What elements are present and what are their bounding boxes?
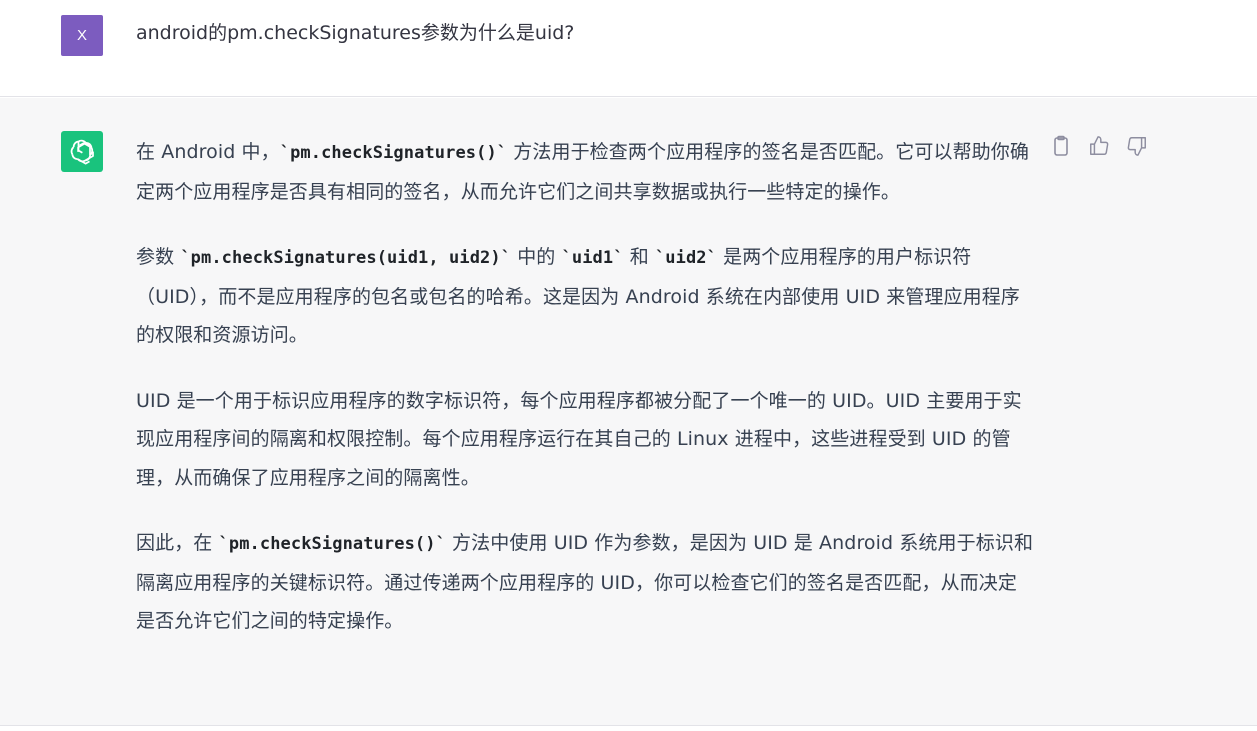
- paragraph-text: 中的: [511, 246, 562, 268]
- paragraph-text: 在 Android 中，: [136, 141, 280, 163]
- inline-code: `uid1`: [561, 248, 624, 268]
- assistant-message-row: 在 Android 中，`pm.checkSignatures()` 方法用于检…: [0, 98, 1257, 726]
- answer-paragraph-4: 因此，在 `pm.checkSignatures()` 方法中使用 UID 作为…: [136, 524, 1036, 641]
- assistant-avatar: [61, 131, 103, 172]
- copy-button[interactable]: [1050, 135, 1072, 157]
- paragraph-text: 和: [623, 246, 655, 268]
- user-avatar: X: [61, 15, 103, 56]
- inline-code: `pm.checkSignatures()`: [218, 534, 446, 554]
- assistant-answer: 在 Android 中，`pm.checkSignatures()` 方法用于检…: [136, 133, 1036, 668]
- paragraph-text: 因此，在: [136, 532, 219, 554]
- answer-paragraph-3: UID 是一个用于标识应用程序的数字标识符，每个应用程序都被分配了一个唯一的 U…: [136, 389, 1022, 489]
- message-actions: [1050, 135, 1148, 157]
- user-message-text: android的pm.checkSignatures参数为什么是uid?: [136, 22, 575, 44]
- inline-code: `uid2`: [654, 248, 717, 268]
- thumbs-down-button[interactable]: [1126, 135, 1148, 157]
- answer-paragraph-1: 在 Android 中，`pm.checkSignatures()` 方法用于检…: [136, 133, 1036, 211]
- openai-logo-icon: [70, 139, 94, 164]
- thumbs-up-button[interactable]: [1088, 135, 1110, 157]
- paragraph-text: 参数: [136, 246, 181, 268]
- inline-code: `pm.checkSignatures()`: [279, 143, 508, 163]
- bottom-spacer: [0, 727, 1257, 731]
- inline-code: `pm.checkSignatures(uid1, uid2)`: [180, 248, 512, 268]
- user-message-row: X android的pm.checkSignatures参数为什么是uid?: [0, 0, 1257, 97]
- thumbs-down-icon: [1127, 137, 1146, 156]
- clipboard-icon: [1054, 135, 1068, 156]
- thumbs-up-icon: [1090, 136, 1109, 155]
- answer-paragraph-2: 参数 `pm.checkSignatures(uid1, uid2)` 中的 `…: [136, 238, 1036, 355]
